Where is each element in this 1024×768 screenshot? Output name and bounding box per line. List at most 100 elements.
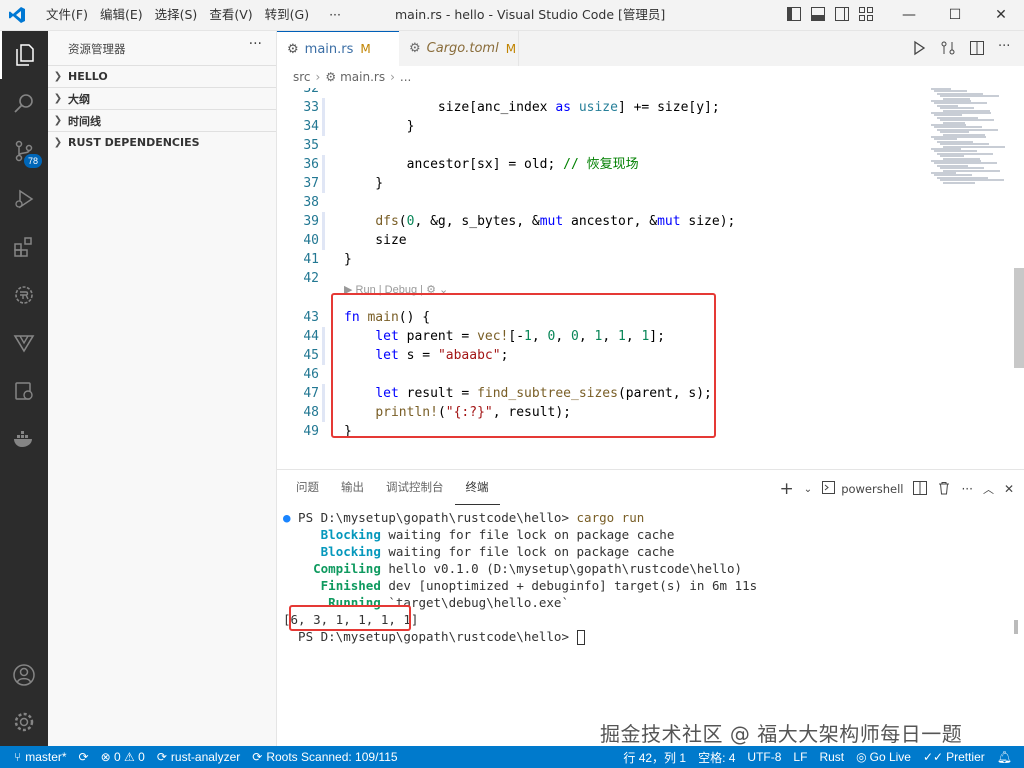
gutter-change-marker	[322, 98, 325, 117]
window-title: main.rs - hello - Visual Studio Code [管理…	[395, 7, 666, 22]
split-editor-icon[interactable]	[969, 40, 985, 56]
gutter-change-marker	[322, 346, 325, 365]
run-icon[interactable]	[911, 40, 927, 56]
roots-scanned-status[interactable]: ⟳ Roots Scanned: 109/115	[246, 746, 403, 768]
code-line[interactable]: 39 dfs(0, &g, s_bytes, &mut ancestor, &m…	[277, 212, 927, 231]
close-button[interactable]: ✕	[978, 0, 1024, 30]
language-mode[interactable]: Rust	[813, 746, 850, 768]
tab-cargo-toml[interactable]: ⚙ Cargo.toml M	[399, 31, 519, 66]
explorer-icon[interactable]	[0, 31, 48, 79]
new-terminal-icon[interactable]: +	[780, 479, 794, 499]
maximize-panel-icon[interactable]: ︿	[983, 481, 994, 497]
menu-selection[interactable]: 选择(S)	[149, 0, 204, 30]
minimize-button[interactable]: —	[886, 0, 932, 30]
vue-icon[interactable]	[0, 319, 48, 367]
rust-analyzer-status[interactable]: ⟳ rust-analyzer	[151, 746, 246, 768]
gutter-change-marker	[322, 327, 325, 346]
code-line[interactable]: 36 ancestor[sx] = old; // 恢复现场	[277, 155, 927, 174]
editor-scrollbar[interactable]	[1014, 268, 1024, 368]
menu-more[interactable]: ···	[323, 0, 347, 30]
line-number: 47	[303, 386, 319, 401]
toggle-secondary-sidebar-icon[interactable]	[835, 7, 849, 21]
section-rust-dependencies[interactable]: ❯ RUST DEPENDENCIES	[48, 131, 276, 153]
indentation[interactable]: 空格: 4	[692, 746, 741, 768]
tab-problems[interactable]: 问题	[285, 470, 330, 505]
tab-main-rs[interactable]: ⚙ main.rs M	[277, 31, 399, 66]
terminal-line: Finished dev [unoptimized + debuginfo] t…	[320, 578, 758, 593]
sidebar-more-button[interactable]: ···	[249, 36, 262, 52]
toggle-sidebar-icon[interactable]	[787, 7, 801, 21]
terminal-line: Compiling hello v0.1.0 (D:\mysetup\gopat…	[313, 561, 743, 576]
code-line[interactable]: 32	[277, 88, 927, 98]
menu-view[interactable]: 查看(V)	[203, 0, 258, 30]
more-actions-icon[interactable]: ···	[961, 482, 972, 496]
code-line[interactable]: 41}	[277, 250, 927, 269]
breadcrumb-symbol[interactable]: ...	[400, 70, 411, 84]
sync-icon[interactable]: ⟳	[73, 746, 95, 768]
cursor-position[interactable]: 行 42，列 1	[617, 746, 692, 768]
encoding[interactable]: UTF-8	[741, 746, 787, 768]
breadcrumb: src › ⚙ main.rs › ...	[277, 66, 1024, 88]
search-icon[interactable]	[0, 79, 48, 127]
code-line[interactable]: 40 size	[277, 231, 927, 250]
tab-terminal[interactable]: 终端	[454, 471, 500, 505]
split-terminal-icon[interactable]	[913, 480, 928, 498]
maximize-button[interactable]: ☐	[932, 0, 978, 30]
branch-status[interactable]: ⑂ master*	[0, 746, 73, 768]
minimap[interactable]	[927, 88, 1007, 188]
close-panel-icon[interactable]: ✕	[1004, 482, 1014, 496]
account-icon[interactable]	[0, 651, 48, 699]
warning-icon: ⚠	[124, 750, 135, 764]
code-text: size[anc_index as usize] += size[y];	[344, 100, 720, 115]
code-line[interactable]: 33 size[anc_index as usize] += size[y];	[277, 98, 927, 117]
code-line[interactable]: 38	[277, 193, 927, 212]
code-text: }	[344, 252, 352, 267]
run-debug-icon[interactable]	[0, 175, 48, 223]
breadcrumb-file[interactable]: main.rs	[340, 70, 385, 84]
code-line[interactable]: 34 }	[277, 117, 927, 136]
line-number: 32	[303, 88, 319, 96]
error-count: 0	[114, 750, 121, 764]
tab-debug-console[interactable]: 调试控制台	[375, 470, 455, 505]
section-timeline[interactable]: ❯ 时间线	[48, 109, 276, 131]
chevron-right-icon: ›	[390, 70, 395, 84]
rust-icon[interactable]	[0, 271, 48, 319]
problems-status[interactable]: ⊗ 0 ⚠ 0	[95, 746, 151, 768]
shell-name[interactable]: powershell	[841, 482, 903, 496]
terminal-scrollbar[interactable]	[1014, 620, 1018, 634]
code-line[interactable]: 35	[277, 136, 927, 155]
remote-explorer-icon[interactable]	[0, 367, 48, 415]
prettier-status[interactable]: ✓✓ Prettier	[917, 746, 991, 768]
tab-output[interactable]: 输出	[330, 470, 375, 505]
line-number: 36	[303, 157, 319, 172]
menu-go[interactable]: 转到(G)	[259, 0, 315, 30]
go-live-status[interactable]: ◎ Go Live	[850, 746, 917, 768]
docker-icon[interactable]	[0, 415, 48, 463]
gutter-change-marker	[322, 117, 325, 136]
chevron-down-icon[interactable]: ⌄	[804, 484, 812, 495]
compare-changes-icon[interactable]	[940, 40, 956, 56]
section-hello[interactable]: ❯ HELLO	[48, 65, 276, 87]
extensions-icon[interactable]	[0, 223, 48, 271]
rust-analyzer-label: rust-analyzer	[170, 750, 241, 764]
panel-tabs: 问题 输出 调试控制台 终端	[285, 470, 500, 505]
source-control-icon[interactable]: 78	[0, 127, 48, 175]
section-outline[interactable]: ❯ 大纲	[48, 87, 276, 109]
code-editor[interactable]: 32 33 size[anc_index as usize] += size[y]…	[277, 88, 1024, 468]
menu-file[interactable]: 文件(F)	[40, 0, 94, 30]
notifications-bell-icon[interactable]: 🔔︎	[991, 746, 1018, 768]
menu-edit[interactable]: 编辑(E)	[94, 0, 149, 30]
code-line[interactable]: 37 }	[277, 174, 927, 193]
settings-gear-icon[interactable]	[0, 698, 48, 746]
customize-layout-icon[interactable]	[859, 7, 873, 21]
menu-bar: 文件(F) 编辑(E) 选择(S) 查看(V) 转到(G) ···	[40, 0, 347, 30]
rust-analyzer-icon: ⟳	[156, 750, 167, 764]
trash-icon[interactable]	[937, 481, 951, 498]
rust-file-icon: ⚙	[287, 41, 299, 57]
chevron-right-icon: ❯	[53, 71, 63, 82]
highlight-box-result	[289, 605, 411, 631]
toggle-panel-icon[interactable]	[811, 7, 825, 21]
end-of-line[interactable]: LF	[787, 746, 813, 768]
more-actions-icon[interactable]: ···	[998, 40, 1014, 56]
breadcrumb-src[interactable]: src	[293, 70, 311, 84]
